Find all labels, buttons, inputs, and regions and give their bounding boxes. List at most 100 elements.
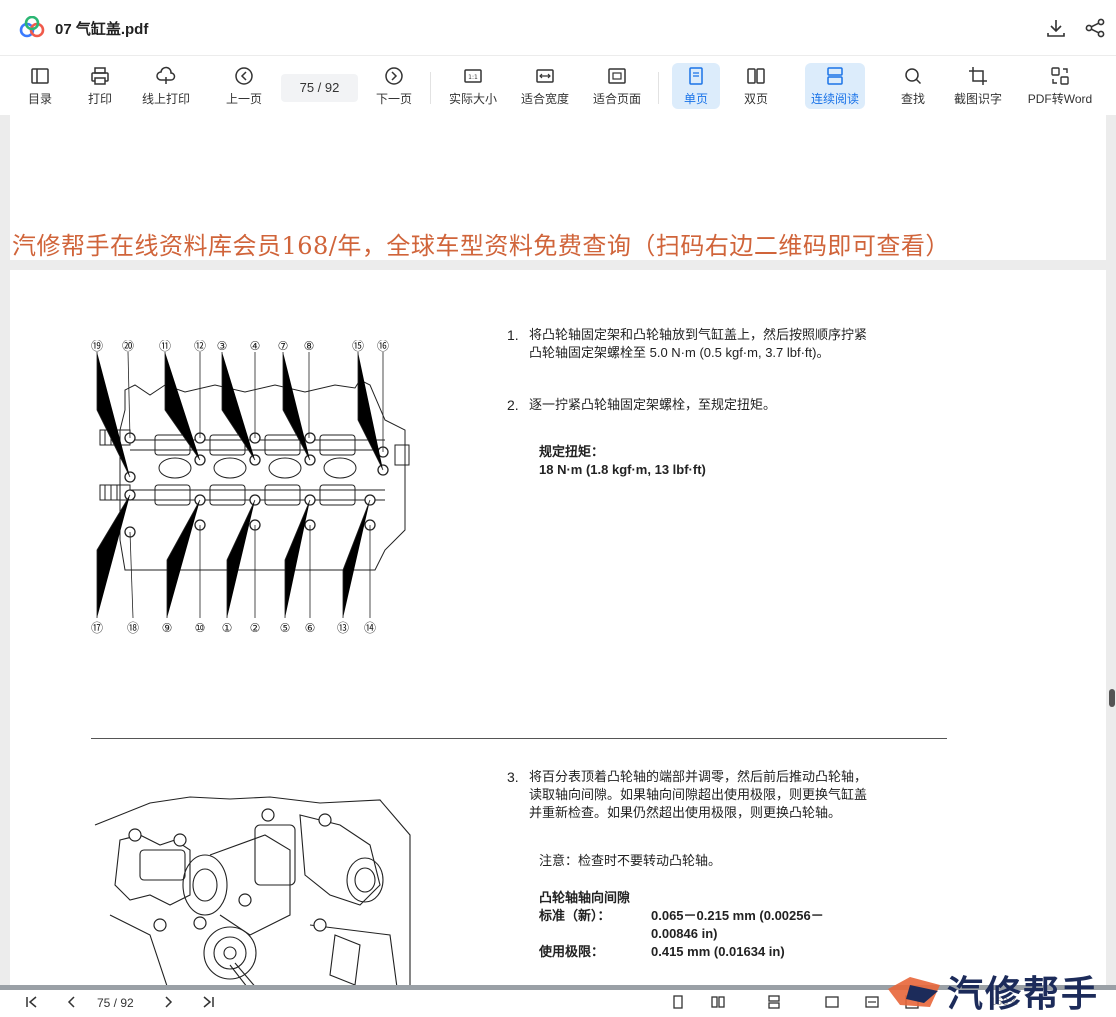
single-page-label: 单页 bbox=[683, 92, 708, 106]
single-page-button[interactable]: 单页 bbox=[672, 63, 720, 109]
toolbar-divider bbox=[658, 72, 659, 104]
callout-label: ⑫ bbox=[194, 340, 206, 353]
callout-label: ⑭ bbox=[364, 621, 376, 635]
camshaft-end-play-figure bbox=[94, 796, 411, 988]
fit-page-button[interactable]: 适合页面 bbox=[590, 63, 644, 109]
step-3-text-line2: 读取轴向间隙。如果轴向间隙超出使用极限，则更换气缸盖 bbox=[529, 787, 868, 802]
crop-ocr-label: 截图识字 bbox=[953, 92, 1002, 106]
download-icon[interactable] bbox=[1044, 16, 1068, 40]
step-1-number: 1. bbox=[507, 327, 519, 343]
callout-label: ⑥ bbox=[305, 621, 316, 635]
toc-label: 目录 bbox=[27, 92, 52, 106]
pdf-page: ⑲ ⑳ ⑪ ⑫ ③ ④ ⑦ ⑧ ⑮ ⑯ ⑰ ⑱ ⑨ ⑩ ① ② ⑤ ⑥ ⑬ ⑭ bbox=[10, 270, 1106, 988]
fit-page-label: 适合页面 bbox=[592, 92, 641, 106]
callout-label: ⑪ bbox=[159, 340, 171, 353]
toolbar: 目录 打印 线上打印 上一页 75 / 92 下一页 1:1 实际大小 适合宽度… bbox=[0, 57, 1116, 115]
actual-size-small-icon[interactable] bbox=[824, 994, 840, 1010]
single-page-small-icon[interactable] bbox=[670, 994, 686, 1010]
callout-label: ⑲ bbox=[91, 340, 103, 353]
single-page-icon bbox=[689, 67, 703, 85]
last-page-icon[interactable] bbox=[200, 994, 216, 1010]
continuous-small-icon[interactable] bbox=[766, 994, 782, 1010]
actual-size-icon: 1:1 bbox=[464, 69, 482, 83]
svg-text:1:1: 1:1 bbox=[468, 74, 478, 81]
service-limit-value: 0.415 mm (0.01634 in) bbox=[651, 944, 785, 959]
next-page-icon bbox=[385, 67, 403, 85]
search-label: 查找 bbox=[900, 92, 925, 106]
step-3-number: 3. bbox=[507, 769, 519, 785]
step-3-text-line1: 将百分表顶着凸轮轴的端部并调零，然后前后推动凸轮轴， bbox=[529, 769, 868, 784]
continuous-read-button[interactable]: 连续阅读 bbox=[805, 63, 865, 109]
standard-label: 标准（新）： bbox=[539, 908, 611, 923]
search-icon bbox=[905, 68, 922, 85]
torque-value: 18 N·m (1.8 kgf·m, 13 lbf·ft) bbox=[539, 462, 706, 477]
document-viewer[interactable]: 汽修帮手在线资料库会员168/年，全球车型资料免费查询（扫码右边二维码即可查看） bbox=[0, 115, 1116, 988]
callout-label: ⑱ bbox=[127, 621, 139, 635]
brand-text: 汽修帮手 bbox=[947, 974, 1100, 1015]
callout-label: ⑤ bbox=[280, 621, 291, 635]
search-button[interactable]: 查找 bbox=[892, 63, 934, 109]
printer-icon bbox=[91, 67, 109, 85]
share-icon[interactable] bbox=[1083, 16, 1107, 40]
step-2-number: 2. bbox=[507, 397, 519, 413]
watermark-text: 汽修帮手在线资料库会员168/年，全球车型资料免费查询（扫码右边二维码即可查看） bbox=[12, 232, 950, 260]
double-page-label: 双页 bbox=[743, 92, 768, 106]
callout-label: ⑮ bbox=[352, 340, 364, 353]
callout-label: ⑧ bbox=[304, 340, 315, 353]
double-page-button[interactable]: 双页 bbox=[734, 63, 778, 109]
bottom-page-indicator[interactable]: 75 / 92 bbox=[97, 996, 134, 1010]
actual-size-button[interactable]: 1:1 实际大小 bbox=[446, 63, 500, 109]
double-page-icon bbox=[747, 68, 765, 84]
next-page-label: 下一页 bbox=[375, 92, 412, 106]
first-page-icon[interactable] bbox=[24, 994, 40, 1010]
camshaft-bolt-sequence-figure: ⑲ ⑳ ⑪ ⑫ ③ ④ ⑦ ⑧ ⑮ ⑯ ⑰ ⑱ ⑨ ⑩ ① ② ⑤ ⑥ ⑬ ⑭ bbox=[91, 340, 410, 635]
pdf-to-word-button[interactable]: PDF转Word bbox=[1024, 63, 1096, 109]
callout-label: ② bbox=[250, 621, 261, 635]
fit-page-icon bbox=[608, 68, 626, 84]
online-print-label: 线上打印 bbox=[141, 92, 190, 106]
step-1-text-line2: 凸轮轴固定架螺栓至 5.0 N·m (0.5 kgf·m, 3.7 lbf·ft… bbox=[529, 345, 830, 360]
title-bar: 07 气缸盖.pdf bbox=[0, 0, 1116, 56]
callout-label: ⑰ bbox=[91, 621, 103, 635]
callout-label: ③ bbox=[217, 340, 228, 353]
service-limit-label: 使用极限： bbox=[539, 944, 605, 959]
standard-value-line1: 0.065－0.215 mm (0.00256－ bbox=[651, 908, 824, 923]
standard-value-line2: 0.00846 in) bbox=[651, 926, 718, 941]
section-divider bbox=[91, 738, 947, 739]
vertical-scrollbar-thumb[interactable] bbox=[1109, 689, 1115, 707]
callout-label: ⑯ bbox=[377, 340, 389, 353]
torque-label: 规定扭矩： bbox=[539, 444, 605, 459]
print-label: 打印 bbox=[87, 92, 112, 106]
step-2-text: 逐一拧紧凸轮轴固定架螺栓，至规定扭矩。 bbox=[529, 397, 777, 412]
step-3-text-line3: 并重新检查。如果仍然超出使用极限，则更换凸轮轴。 bbox=[529, 805, 842, 820]
crop-ocr-button[interactable]: 截图识字 bbox=[950, 63, 1006, 109]
continuous-read-icon bbox=[827, 67, 843, 85]
page-number-input[interactable]: 75 / 92 bbox=[281, 74, 358, 102]
spec-title: 凸轮轴轴向间隙 bbox=[539, 890, 631, 905]
callout-label: ⑩ bbox=[195, 621, 206, 635]
double-page-small-icon[interactable] bbox=[710, 994, 726, 1010]
cloud-print-icon bbox=[156, 66, 176, 84]
online-print-button[interactable]: 线上打印 bbox=[138, 63, 194, 109]
fit-width-label: 适合宽度 bbox=[520, 92, 569, 106]
step-1: 1. 将凸轮轴固定架和凸轮轴放到气缸盖上，然后按照顺序拧紧 凸轮轴固定架螺栓至 … bbox=[507, 326, 927, 366]
callout-label: ⑨ bbox=[162, 621, 173, 635]
prev-page-button[interactable]: 上一页 bbox=[222, 63, 266, 109]
toc-button[interactable]: 目录 bbox=[20, 63, 60, 109]
fit-width-button[interactable]: 适合宽度 bbox=[518, 63, 572, 109]
callout-label: ④ bbox=[250, 340, 261, 353]
next-page-button[interactable]: 下一页 bbox=[372, 63, 416, 109]
pdf-to-word-icon bbox=[1051, 67, 1069, 85]
fit-width-small-icon[interactable] bbox=[864, 994, 880, 1010]
actual-size-label: 实际大小 bbox=[448, 92, 497, 106]
step-3: 3. 将百分表顶着凸轮轴的端部并调零，然后前后推动凸轮轴， 读取轴向间隙。如果轴… bbox=[507, 768, 937, 828]
app-logo-icon bbox=[19, 16, 45, 38]
prev-page-small-icon[interactable] bbox=[64, 994, 80, 1010]
prev-page-label: 上一页 bbox=[225, 92, 262, 106]
next-page-small-icon[interactable] bbox=[160, 994, 176, 1010]
print-button[interactable]: 打印 bbox=[80, 63, 120, 109]
callout-label: ⑬ bbox=[337, 621, 349, 635]
document-title: 07 气缸盖.pdf bbox=[55, 21, 149, 38]
callout-label: ⑳ bbox=[122, 340, 134, 353]
toc-icon bbox=[31, 68, 49, 84]
